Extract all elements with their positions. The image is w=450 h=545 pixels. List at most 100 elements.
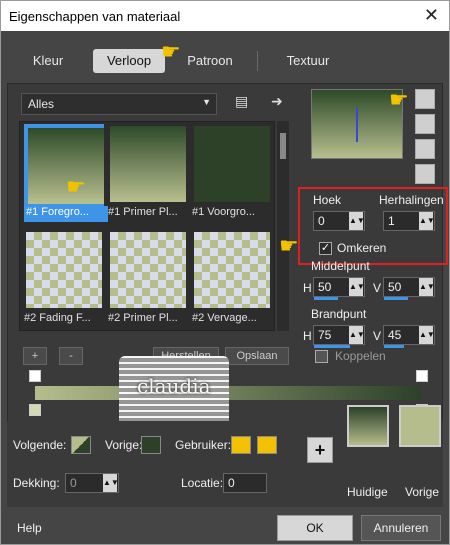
pointer-hand-icon: ☛ — [279, 233, 299, 258]
mid-h-input[interactable]: 50 ▲▼ — [313, 277, 365, 300]
tab-verloop[interactable]: Verloop — [93, 49, 165, 73]
stop-marker-top-right[interactable] — [416, 370, 428, 382]
mid-h-label: H — [303, 281, 312, 295]
tab-bar: Kleur Verloop Patroon Textuur ☛ — [1, 31, 449, 87]
hoek-input[interactable]: 0 ▲▼ — [313, 211, 365, 231]
stepper-icon[interactable]: ▲▼ — [419, 278, 435, 296]
help-link[interactable]: Help — [17, 521, 42, 535]
brand-h-input[interactable]: 75 ▲▼ — [313, 325, 365, 348]
dekking-label: Dekking: — [13, 476, 60, 490]
gradient-item[interactable]: #1 Primer Pl... — [108, 124, 188, 219]
chevron-down-icon: ▼ — [202, 97, 211, 107]
gradient-swatch — [194, 126, 270, 202]
brand-v-label: V — [373, 329, 382, 343]
brand-v-value: 45 — [388, 328, 402, 342]
volgende-label: Volgende: — [13, 438, 67, 452]
koppelen-label: Koppelen — [335, 349, 386, 363]
stepper-icon[interactable]: ▲▼ — [349, 278, 365, 296]
brandpunt-label: Brandpunt — [311, 307, 367, 321]
gradient-grid: #1 Foregro... #1 Primer Pl... #1 Voorgro… — [19, 121, 275, 331]
gradient-item[interactable]: #2 Fading F... — [24, 230, 104, 325]
volgende-color[interactable] — [71, 436, 91, 454]
brand-h-value: 75 — [318, 328, 332, 342]
gradient-caption: #1 Primer Pl... — [108, 206, 178, 218]
add-stop-button[interactable]: + — [23, 347, 47, 365]
title-bar: Eigenschappen van materiaal ✕ — [1, 1, 449, 31]
huidige-label: Huidige — [347, 485, 388, 499]
tab-kleur[interactable]: Kleur — [19, 49, 77, 73]
pointer-hand-icon: ☛ — [389, 87, 409, 112]
locatie-input[interactable]: 0 — [223, 473, 267, 493]
tab-textuur[interactable]: Textuur — [273, 49, 343, 73]
watermark-text: claudia — [137, 374, 211, 398]
vorige-label: Vorige: — [105, 438, 143, 452]
mid-v-slider[interactable] — [384, 297, 408, 300]
brand-v-slider[interactable] — [384, 345, 404, 348]
mid-v-value: 50 — [388, 280, 402, 294]
stepper-icon[interactable]: ▲▼ — [103, 474, 119, 492]
remove-stop-button[interactable]: - — [59, 347, 83, 365]
current-color-swatch[interactable] — [347, 405, 389, 447]
angle-needle[interactable] — [356, 108, 358, 142]
style-sunburst-button[interactable] — [415, 139, 435, 159]
herhalingen-value: 1 — [388, 214, 395, 228]
mid-v-input[interactable]: 50 ▲▼ — [383, 277, 435, 300]
dekking-value: 0 — [70, 476, 77, 490]
category-dropdown[interactable]: Alles ▼ — [21, 93, 217, 115]
gradient-scrollbar[interactable] — [277, 121, 289, 331]
claudia-watermark: claudia — [119, 356, 229, 426]
style-linear-button[interactable] — [415, 89, 435, 109]
locatie-value: 0 — [228, 476, 235, 490]
dropdown-value: Alles — [28, 97, 55, 111]
pointer-hand-icon: ☛ — [66, 174, 86, 199]
gebruiker-label: Gebruiker: — [175, 438, 232, 452]
stepper-icon[interactable]: ▲▼ — [349, 212, 365, 230]
close-icon[interactable]: ✕ — [424, 5, 439, 26]
add-icon[interactable]: + — [307, 437, 333, 463]
arrow-right-icon[interactable]: ➜ — [271, 93, 283, 110]
stop-marker-top-left[interactable] — [29, 370, 41, 382]
previous-color-swatch[interactable] — [399, 405, 441, 447]
tab-divider — [257, 51, 258, 71]
brand-h-slider[interactable] — [314, 345, 350, 348]
herhalingen-input[interactable]: 1 ▲▼ — [383, 211, 435, 231]
gradient-item[interactable]: #1 Foregro... — [24, 124, 108, 222]
gebruiker-color-alt[interactable] — [257, 436, 277, 454]
cancel-button[interactable]: Annuleren — [361, 515, 441, 541]
stop-marker-bottom-left[interactable] — [29, 404, 41, 416]
mid-h-slider[interactable] — [314, 297, 338, 300]
style-rectangular-button[interactable] — [415, 114, 435, 134]
vorige-color[interactable] — [141, 436, 161, 454]
gradient-swatch — [194, 232, 270, 308]
stepper-icon[interactable]: ▲▼ — [349, 326, 365, 344]
ok-button[interactable]: OK — [277, 515, 353, 541]
document-icon[interactable]: ▤ — [235, 93, 248, 110]
window-title: Eigenschappen van materiaal — [9, 9, 181, 24]
gradient-item[interactable]: #2 Primer Pl... — [108, 230, 188, 325]
omkeren-label: Omkeren — [337, 241, 387, 255]
omkeren-checkbox[interactable]: ✓ — [319, 242, 332, 255]
scroll-thumb[interactable] — [280, 133, 286, 159]
style-radial-button[interactable] — [415, 164, 435, 184]
gradient-caption: #1 Foregro... — [24, 206, 108, 222]
save-gradient-button[interactable]: Opslaan — [225, 347, 289, 365]
gradient-swatch — [110, 232, 186, 308]
material-properties-dialog: Eigenschappen van materiaal ✕ Kleur Verl… — [0, 0, 450, 545]
hoek-value: 0 — [318, 214, 325, 228]
mid-v-label: V — [373, 281, 382, 295]
middelpunt-label: Middelpunt — [311, 259, 370, 273]
gebruiker-color[interactable] — [231, 436, 251, 454]
stepper-icon[interactable]: ▲▼ — [419, 326, 435, 344]
gradient-item[interactable]: #1 Voorgro... — [192, 124, 272, 219]
dekking-input[interactable]: 0 ▲▼ — [65, 473, 119, 493]
gradient-caption: #2 Fading F... — [24, 312, 91, 324]
gradient-swatch — [110, 126, 186, 202]
gradient-caption: #1 Voorgro... — [192, 206, 255, 218]
vorige-swatch-label: Vorige — [405, 485, 440, 499]
tab-patroon[interactable]: Patroon — [177, 49, 243, 73]
brand-v-input[interactable]: 45 ▲▼ — [383, 325, 435, 348]
gradient-caption: #2 Vervage... — [192, 312, 257, 324]
koppelen-checkbox[interactable] — [315, 350, 328, 363]
stepper-icon[interactable]: ▲▼ — [419, 212, 435, 230]
gradient-item[interactable]: #2 Vervage... — [192, 230, 272, 325]
